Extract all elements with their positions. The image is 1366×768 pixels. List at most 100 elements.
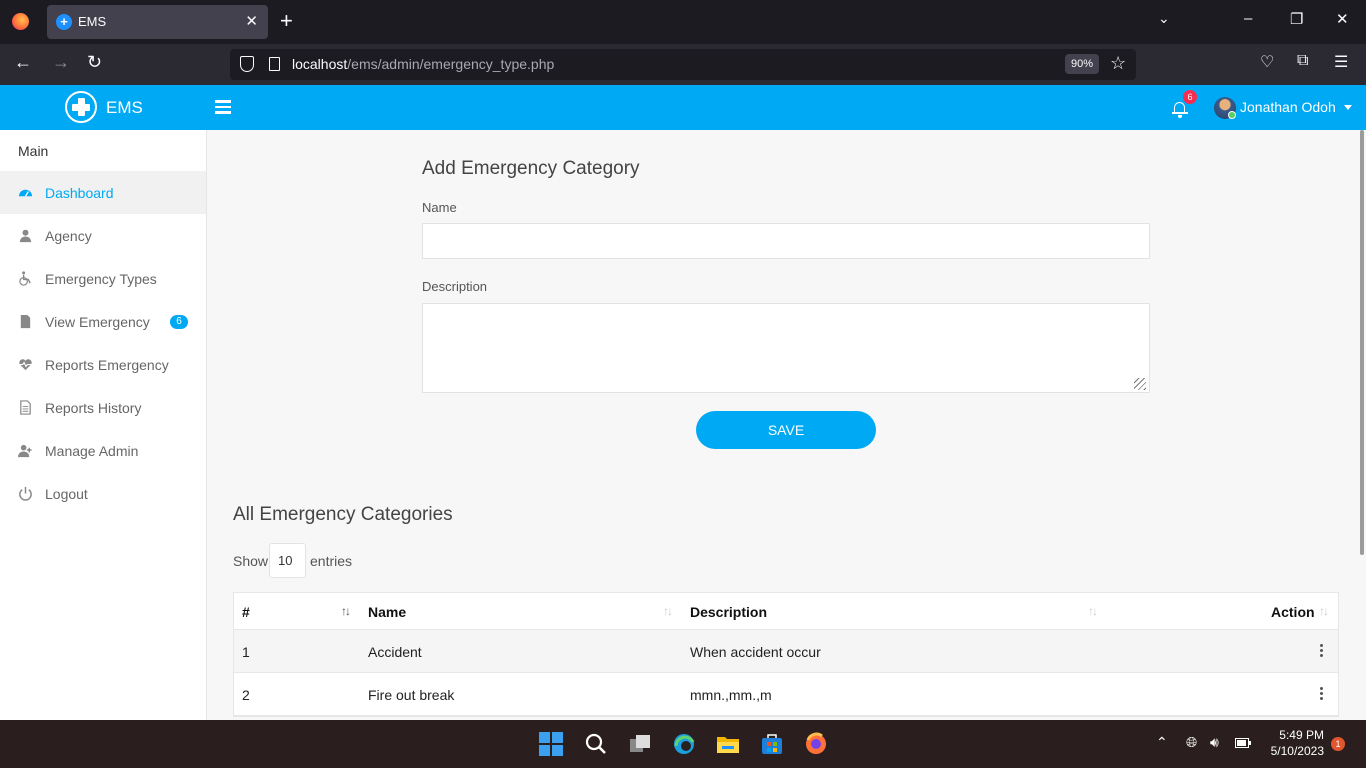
user-name[interactable]: Jonathan Odoh <box>1240 99 1336 115</box>
column-header-description[interactable]: Description <box>690 604 767 620</box>
sidebar-item-manage-admin[interactable]: Manage Admin <box>0 429 206 472</box>
sidebar-item-reports-history[interactable]: Reports History <box>0 386 206 429</box>
windows-taskbar: ⌃ 🌐︎ 🔊︎ 5:49 PM 5/10/2023 <box>0 720 1366 768</box>
task-view-icon[interactable] <box>628 732 652 756</box>
clock-date: 5/10/2023 <box>1270 744 1324 758</box>
edge-icon[interactable] <box>672 732 696 756</box>
tab-close-icon[interactable]: ✕ <box>245 12 258 30</box>
sidebar-item-logout[interactable]: Logout <box>0 472 206 515</box>
address-bar[interactable]: localhost/ems/admin/emergency_type.php 9… <box>230 49 1136 80</box>
sidebar: Main Dashboard Agency Emergency Types Vi… <box>0 130 207 720</box>
new-tab-icon[interactable]: + <box>280 9 293 33</box>
row-description: mmn.,mm.,m <box>690 687 772 703</box>
sidebar-item-label: Dashboard <box>45 185 114 201</box>
firefox-icon[interactable] <box>12 13 29 30</box>
name-label: Name <box>422 200 457 215</box>
sidebar-item-dashboard[interactable]: Dashboard <box>0 171 206 214</box>
sidebar-item-label: Reports Emergency <box>45 357 169 373</box>
sidebar-item-label: Agency <box>45 228 92 244</box>
search-icon[interactable] <box>584 732 608 756</box>
url-text[interactable]: localhost/ems/admin/emergency_type.php <box>292 56 554 72</box>
file-explorer-icon[interactable] <box>716 732 740 756</box>
heartbeat-icon <box>18 359 33 371</box>
sidebar-item-label: Manage Admin <box>45 443 139 459</box>
menu-icon[interactable]: ☰ <box>1334 52 1348 72</box>
row-description: When accident occur <box>690 644 821 660</box>
page-info-icon[interactable] <box>269 57 280 71</box>
document-icon <box>20 400 31 415</box>
ems-logo-icon[interactable] <box>65 91 97 123</box>
page-size-select[interactable]: 10 <box>269 543 306 578</box>
file-icon <box>20 314 31 329</box>
bookmark-star-icon[interactable]: ☆ <box>1110 53 1126 74</box>
globe-icon[interactable]: 🌐︎ <box>1186 734 1197 751</box>
dashboard-icon <box>18 189 33 197</box>
sort-icon[interactable]: ↑↓ <box>1088 604 1098 618</box>
volume-icon[interactable]: 🔊︎ <box>1210 734 1219 751</box>
sort-icon[interactable]: ↑↓ <box>663 604 673 618</box>
column-header-action[interactable]: Action <box>1271 604 1315 620</box>
pocket-icon[interactable]: ♡ <box>1260 52 1274 72</box>
browser-tab[interactable]: + EMS ✕ <box>47 5 268 39</box>
sidebar-item-reports-emergency[interactable]: Reports Emergency <box>0 343 206 386</box>
notification-center-badge[interactable]: 1 <box>1331 737 1345 751</box>
windows-start-icon[interactable] <box>539 732 563 756</box>
battery-icon[interactable] <box>1235 738 1251 748</box>
forward-icon[interactable]: → <box>52 52 70 73</box>
power-icon <box>19 486 32 501</box>
count-badge: 6 <box>170 315 188 329</box>
column-header-num[interactable]: # <box>242 604 250 620</box>
sidebar-item-agency[interactable]: Agency <box>0 214 206 257</box>
restore-icon[interactable]: ❐ <box>1290 10 1303 28</box>
name-input[interactable] <box>422 223 1150 259</box>
notification-badge: 6 <box>1183 90 1197 104</box>
row-name: Accident <box>368 644 422 660</box>
form-title: Add Emergency Category <box>422 158 640 179</box>
sort-icon[interactable]: ↑↓ <box>1319 604 1329 618</box>
row-name: Fire out break <box>368 687 455 703</box>
sort-icon[interactable]: ↑↓ <box>341 604 351 618</box>
main-content: Add Emergency Category Name Description … <box>207 130 1366 720</box>
sidebar-item-label: Emergency Types <box>45 271 157 287</box>
row-num: 1 <box>242 644 250 660</box>
description-label: Description <box>422 279 488 294</box>
zoom-level-button[interactable]: 90% <box>1065 54 1100 74</box>
user-plus-icon <box>18 444 32 458</box>
shield-icon[interactable] <box>240 56 254 72</box>
show-label: Show <box>233 553 269 569</box>
sidebar-item-view-emergency[interactable]: View Emergency 6 <box>0 300 206 343</box>
browser-tab-bar: + EMS ✕ + ⌄ – ❐ ✕ <box>0 0 1366 44</box>
system-clock[interactable]: 5:49 PM 5/10/2023 <box>1262 727 1324 759</box>
chevron-up-icon[interactable]: ⌃ <box>1156 734 1168 751</box>
page-scrollbar[interactable] <box>1360 130 1364 555</box>
save-button[interactable]: SAVE <box>696 411 876 449</box>
page-size-value: 10 <box>278 553 293 568</box>
firefox-taskbar-icon[interactable] <box>804 732 828 756</box>
categories-table: # ↑↓ Name ↑↓ Description ↑↓ Action ↑↓ 1 … <box>233 592 1339 717</box>
more-actions-icon[interactable] <box>1320 687 1324 701</box>
resize-grip-icon[interactable] <box>1134 378 1146 390</box>
row-num: 2 <box>242 687 250 703</box>
more-actions-icon[interactable] <box>1320 644 1324 658</box>
extensions-icon[interactable]: ⧉ <box>1297 52 1308 70</box>
caret-down-icon[interactable] <box>1344 105 1352 110</box>
minimize-icon[interactable]: – <box>1244 10 1252 27</box>
back-icon[interactable]: ← <box>14 52 32 73</box>
sidebar-item-emergency-types[interactable]: Emergency Types <box>0 257 206 300</box>
clock-time: 5:49 PM <box>1279 728 1324 742</box>
ems-favicon-icon: + <box>56 14 72 30</box>
sidebar-section-title: Main <box>18 143 49 159</box>
description-textarea[interactable] <box>422 303 1150 393</box>
hamburger-menu-icon[interactable] <box>215 100 231 114</box>
chevron-down-icon[interactable]: ⌄ <box>1158 10 1170 27</box>
window-close-icon[interactable]: ✕ <box>1336 10 1349 28</box>
tab-title: EMS <box>78 14 107 29</box>
reload-icon[interactable]: ↻ <box>87 52 102 73</box>
list-title: All Emergency Categories <box>233 504 453 525</box>
user-icon <box>19 229 32 243</box>
column-header-name[interactable]: Name <box>368 604 406 620</box>
sidebar-item-label: View Emergency <box>45 314 150 330</box>
brand-name[interactable]: EMS <box>106 98 143 118</box>
store-icon[interactable] <box>760 732 784 756</box>
online-status-dot <box>1228 111 1236 119</box>
